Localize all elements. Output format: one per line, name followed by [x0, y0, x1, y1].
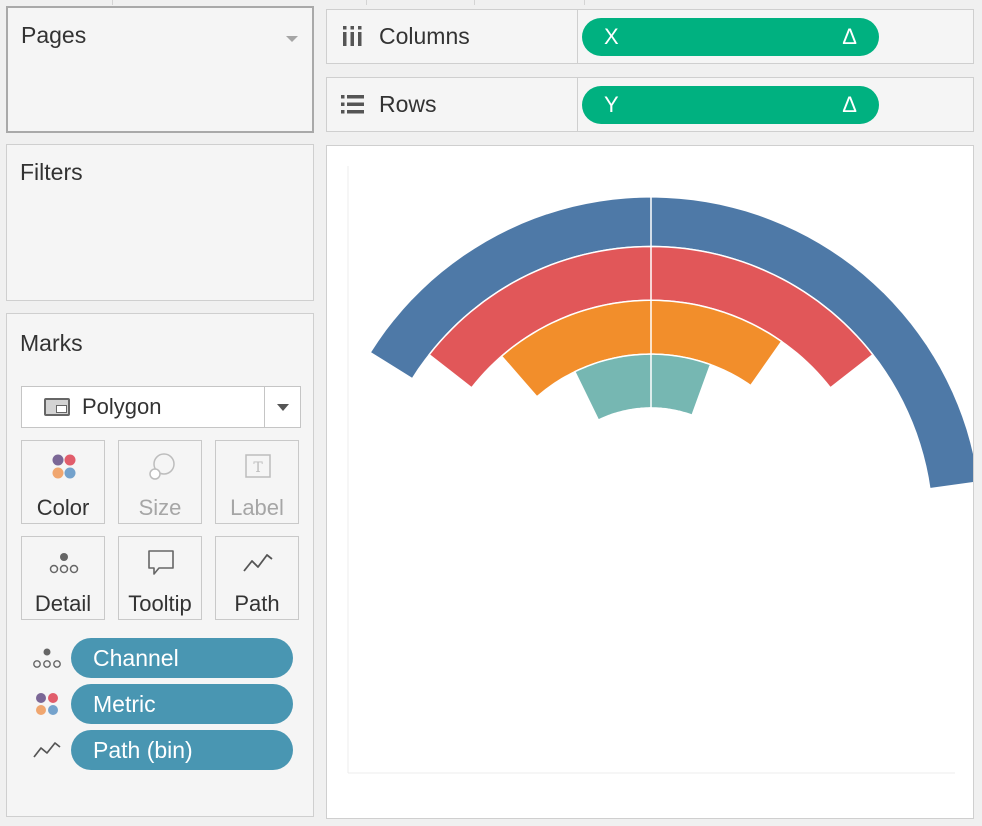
path-button[interactable]: Path [215, 536, 299, 620]
mark-type-label: Polygon [82, 394, 162, 419]
marks-card: Marks Polygon Color Size T Label Detail … [6, 313, 314, 817]
filters-title: Filters [20, 159, 83, 185]
rows-icon [341, 94, 365, 116]
mark-type-dropdown[interactable]: Polygon [21, 386, 301, 428]
path-bin-pill[interactable]: Path (bin) [71, 730, 293, 770]
path-icon [216, 547, 300, 581]
viz-panel[interactable] [326, 145, 974, 819]
x-pill[interactable]: X Δ [582, 18, 879, 56]
tooltip-button[interactable]: Tooltip [118, 536, 202, 620]
pages-dropdown-arrow-icon[interactable] [286, 36, 298, 42]
pages-card[interactable]: Pages [6, 6, 314, 133]
x-pill-label: X [604, 24, 619, 49]
strip-divider [584, 0, 585, 5]
polygon-chart[interactable] [327, 146, 973, 818]
pages-title: Pages [21, 22, 87, 48]
size-button[interactable]: Size [118, 440, 202, 524]
label-button-label: Label [230, 495, 284, 520]
color-icon [31, 691, 63, 717]
rows-label: Rows [379, 91, 437, 117]
detail-button[interactable]: Detail [21, 536, 105, 620]
top-strip [0, 0, 982, 5]
filters-card[interactable]: Filters [6, 144, 314, 301]
y-pill-label: Y [604, 92, 619, 117]
size-button-label: Size [138, 495, 182, 520]
columns-icon [341, 26, 365, 48]
svg-text:T: T [253, 460, 263, 476]
columns-label: Columns [379, 23, 470, 49]
marks-field-row: Path (bin) [21, 729, 301, 771]
color-button-label: Color [36, 495, 90, 520]
rows-label-area: Rows [327, 78, 578, 131]
size-icon [119, 451, 203, 485]
color-button[interactable]: Color [21, 440, 105, 524]
path-button-label: Path [234, 591, 280, 616]
label-icon: T [216, 451, 300, 485]
rows-shelf[interactable]: Rows Y Δ [326, 77, 974, 132]
dropdown-divider [264, 387, 265, 427]
detail-button-label: Detail [34, 591, 92, 616]
delta-icon: Δ [842, 92, 857, 117]
strip-divider [474, 0, 475, 5]
tooltip-icon [119, 547, 203, 581]
tooltip-button-label: Tooltip [128, 591, 192, 616]
path-icon [31, 737, 63, 763]
metric-pill[interactable]: Metric [71, 684, 293, 724]
marks-field-row: Channel [21, 637, 301, 679]
marks-field-row: Metric [21, 683, 301, 725]
chevron-down-icon[interactable] [277, 404, 289, 411]
polygon-icon [44, 398, 70, 416]
columns-shelf[interactable]: Columns X Δ [326, 9, 974, 64]
strip-divider [366, 0, 367, 5]
marks-title: Marks [20, 330, 83, 356]
delta-icon: Δ [842, 24, 857, 49]
y-pill[interactable]: Y Δ [582, 86, 879, 124]
detail-icon [31, 645, 63, 671]
columns-label-area: Columns [327, 10, 578, 63]
channel-pill[interactable]: Channel [71, 638, 293, 678]
label-button[interactable]: T Label [215, 440, 299, 524]
detail-icon [22, 547, 106, 581]
strip-divider [112, 0, 113, 5]
chart-marks [369, 194, 973, 490]
arc-polygon-4[interactable] [573, 353, 712, 422]
color-icon [22, 451, 106, 485]
